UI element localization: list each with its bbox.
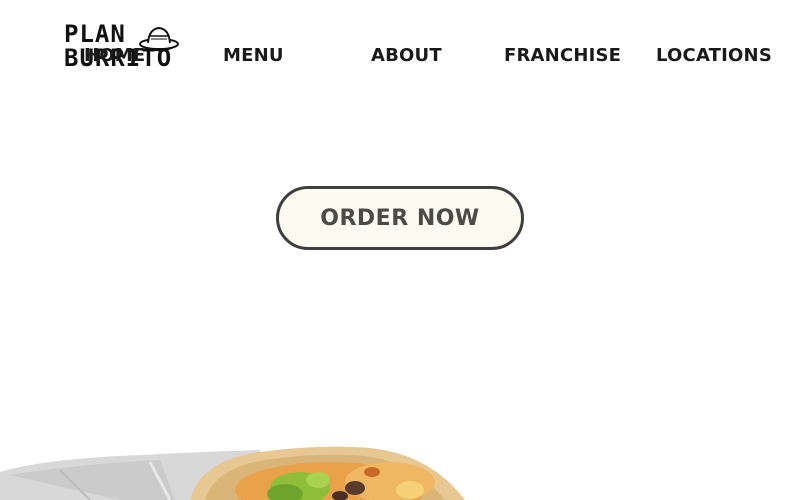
logo-text-line-1: PLAN <box>64 20 126 48</box>
nav-about-link[interactable]: ABOUT <box>371 45 442 66</box>
burrito-wrap-image <box>0 446 465 500</box>
nav-franchise-link[interactable]: FRANCHISE <box>504 45 621 66</box>
order-now-button[interactable]: ORDER NOW <box>276 186 524 250</box>
nav-locations-link[interactable]: LOCATIONS <box>656 45 772 66</box>
nav-menu-link[interactable]: MENU <box>223 45 284 66</box>
page: PLAN BURRITO HOME MENU ABOUT FRANCHISE L… <box>0 0 800 500</box>
nav-home-link[interactable]: HOME <box>84 45 145 66</box>
